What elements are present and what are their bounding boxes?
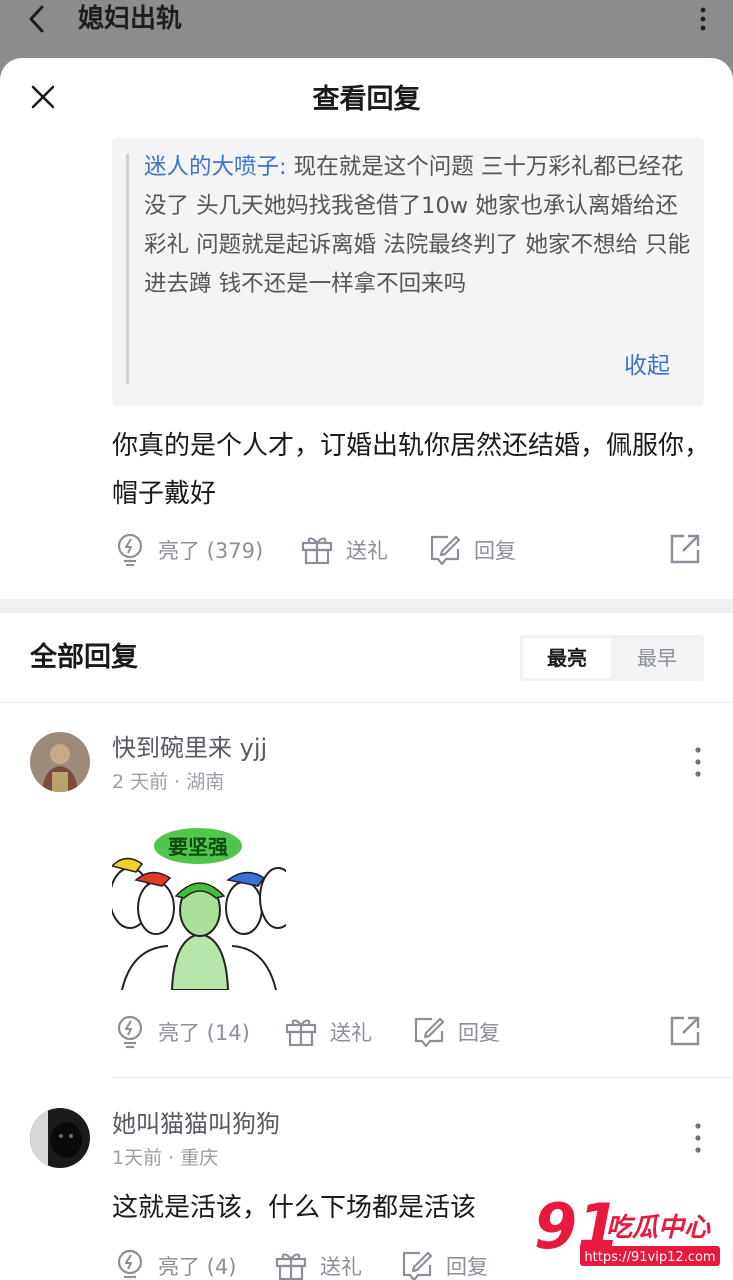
- sheet-title: 查看回复: [312, 84, 421, 115]
- like-label: 亮了 (4): [158, 1255, 237, 1279]
- gift-label: 送礼: [320, 1255, 362, 1279]
- gift-icon: [301, 537, 333, 565]
- edit-reply-icon: [430, 535, 461, 566]
- main-comment-text: 你真的是个人才，订婚出轨你居然还结婚，佩服你，帽子戴好: [112, 431, 711, 509]
- reply-label: 回复: [458, 1021, 500, 1045]
- gift-label: 送礼: [330, 1021, 372, 1045]
- collapse-button[interactable]: 收起: [624, 346, 670, 386]
- watermark-logo: 91 吃瓜中心 https://91vip12.com: [534, 1190, 720, 1266]
- reply-label: 回复: [474, 539, 516, 563]
- quoted-comment: 迷人的大喷子: 现在就是这个问题 三十万彩礼都已经花没了 头几天她妈找我爸借了1…: [112, 138, 704, 406]
- section-divider: [0, 599, 733, 613]
- reply-meta: 2 天前 · 湖南: [112, 771, 225, 793]
- reply-label: 回复: [446, 1255, 488, 1279]
- edit-reply-icon: [402, 1251, 433, 1280]
- share-icon[interactable]: [668, 1014, 702, 1048]
- lightbulb-icon: [117, 533, 143, 567]
- back-arrow-icon[interactable]: [22, 2, 52, 36]
- edit-reply-icon: [414, 1017, 445, 1048]
- sort-tab-earliest[interactable]: 最早: [613, 638, 701, 678]
- svg-text:吃瓜中心: 吃瓜中心: [606, 1213, 711, 1243]
- reply-sheet: 查看回复 迷人的大喷子: 现在就是这个问题 三十万彩礼都已经花没了 头几天她妈找…: [0, 58, 733, 1280]
- gift-button[interactable]: 送礼: [300, 530, 388, 570]
- reply-text: 这就是活该，什么下场都是活该: [112, 1193, 477, 1223]
- quote-bar: [126, 154, 129, 384]
- like-label: 亮了 (379): [158, 539, 264, 563]
- gift-icon: [275, 1253, 307, 1280]
- more-options-icon[interactable]: [688, 744, 708, 780]
- gift-label: 送礼: [346, 539, 388, 563]
- header-divider: [0, 702, 733, 703]
- gift-icon: [285, 1019, 317, 1047]
- watermark-url: https://91vip12.com: [584, 1250, 715, 1265]
- lightbulb-icon: [117, 1249, 143, 1280]
- avatar[interactable]: [30, 1108, 90, 1168]
- reply-actions: 亮了 (14) 送礼 回复: [112, 1012, 702, 1052]
- main-comment-actions: 亮了 (379) 送礼 回复: [112, 530, 702, 570]
- background-page-title: 媳妇出轨: [78, 4, 183, 34]
- lightbulb-icon: [117, 1015, 143, 1049]
- like-label: 亮了 (14): [158, 1021, 250, 1045]
- avatar[interactable]: [30, 732, 90, 792]
- sort-tab-hottest[interactable]: 最亮: [523, 638, 611, 678]
- quote-author[interactable]: 迷人的大喷子:: [144, 154, 287, 180]
- like-button[interactable]: 亮了 (379): [114, 530, 263, 570]
- reply-button[interactable]: 回复: [400, 1246, 488, 1280]
- share-icon[interactable]: [668, 532, 702, 566]
- username[interactable]: 快到碗里来 yjj: [112, 732, 267, 764]
- reply-button[interactable]: 回复: [412, 1012, 500, 1052]
- more-options-icon[interactable]: [688, 1120, 708, 1156]
- sort-tabs: 最亮 最早: [520, 635, 704, 681]
- all-replies-title: 全部回复: [30, 642, 138, 673]
- like-button[interactable]: 亮了 (4): [114, 1246, 236, 1280]
- reply-button[interactable]: 回复: [428, 530, 516, 570]
- gift-button[interactable]: 送礼: [274, 1246, 362, 1280]
- reply-meta: 1天前 · 重庆: [112, 1147, 219, 1169]
- meme-image[interactable]: 要坚强: [112, 818, 286, 990]
- more-options-icon[interactable]: [693, 4, 713, 34]
- quote-text: 迷人的大喷子: 现在就是这个问题 三十万彩礼都已经花没了 头几天她妈找我爸借了1…: [144, 148, 692, 304]
- like-button[interactable]: 亮了 (14): [114, 1012, 250, 1052]
- gift-button[interactable]: 送礼: [284, 1012, 372, 1052]
- meme-caption: 要坚强: [168, 835, 228, 859]
- username[interactable]: 她叫猫猫叫狗狗: [112, 1108, 280, 1140]
- reply-divider: [112, 1077, 733, 1078]
